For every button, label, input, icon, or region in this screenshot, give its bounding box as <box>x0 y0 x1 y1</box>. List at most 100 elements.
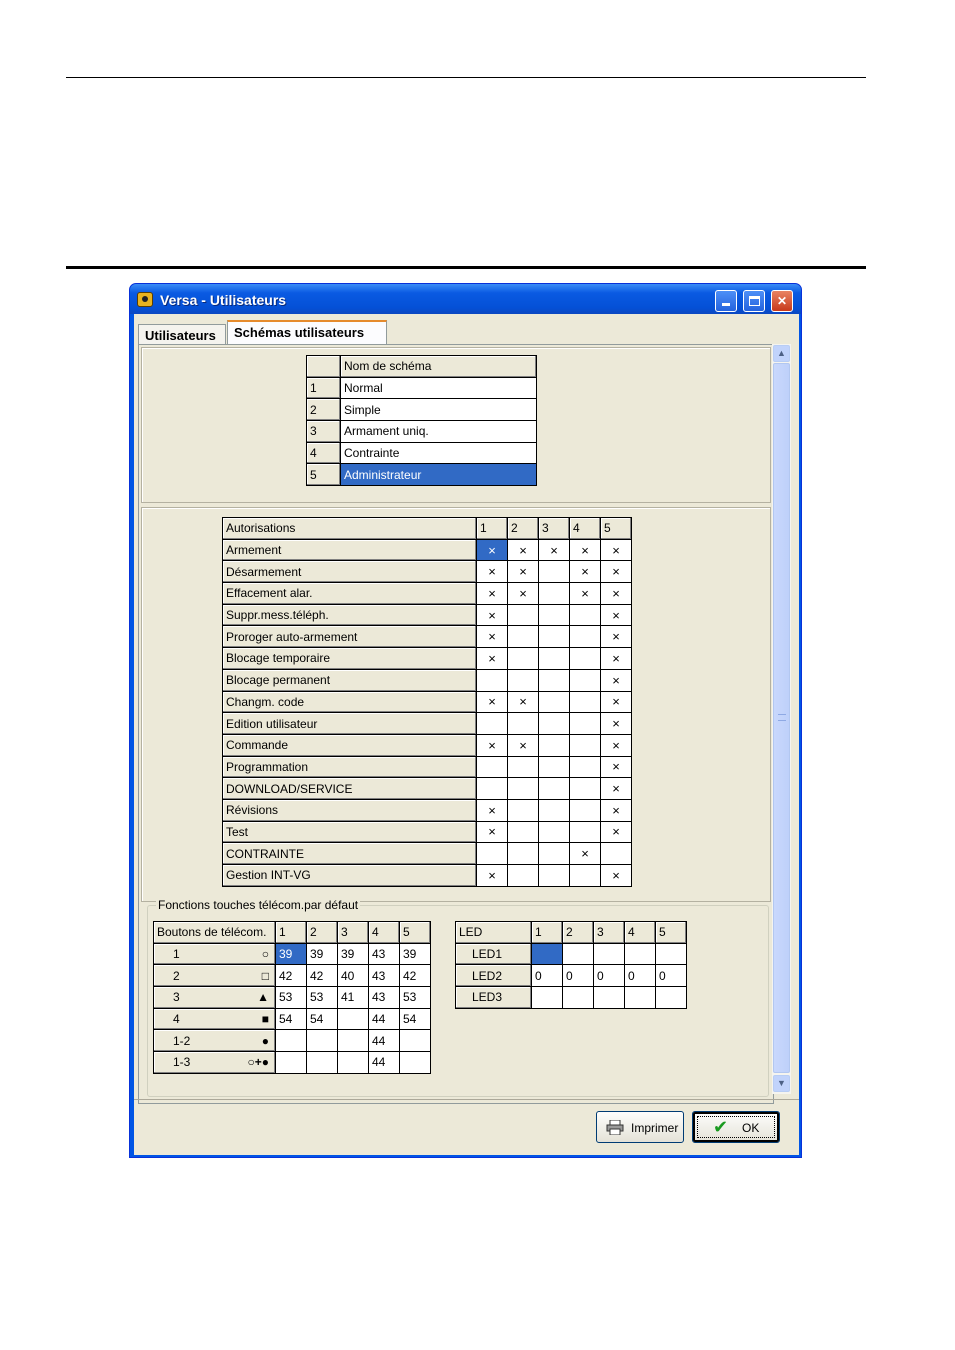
right-checkbox-cell[interactable]: × <box>600 560 632 584</box>
right-checkbox-cell[interactable] <box>569 864 601 887</box>
remote-value-cell[interactable] <box>275 1051 307 1074</box>
right-checkbox-cell[interactable] <box>476 712 508 735</box>
right-checkbox-cell[interactable]: × <box>600 777 632 800</box>
right-checkbox-cell[interactable] <box>507 842 539 865</box>
right-checkbox-cell[interactable] <box>507 647 539 670</box>
remote-value-cell[interactable]: 39 <box>337 942 369 966</box>
remote-value-cell[interactable] <box>306 1051 338 1074</box>
scheme-name-cell[interactable]: Simple <box>340 398 537 422</box>
remote-value-cell[interactable]: 39 <box>275 942 307 966</box>
right-checkbox-cell[interactable] <box>600 842 632 865</box>
right-checkbox-cell[interactable]: × <box>476 647 508 670</box>
right-checkbox-cell[interactable] <box>569 712 601 735</box>
right-checkbox-cell[interactable] <box>538 820 570 844</box>
scheme-name-cell[interactable]: Normal <box>340 376 537 400</box>
right-checkbox-cell[interactable]: × <box>476 582 508 605</box>
right-checkbox-cell[interactable] <box>507 864 539 887</box>
scheme-name-cell[interactable]: Administrateur <box>340 463 537 487</box>
remote-value-cell[interactable]: 39 <box>306 942 338 966</box>
right-checkbox-cell[interactable]: × <box>476 733 508 757</box>
right-checkbox-cell[interactable] <box>476 777 508 800</box>
remote-value-cell[interactable]: 41 <box>337 986 369 1009</box>
led-value-cell[interactable]: 0 <box>593 964 625 988</box>
right-checkbox-cell[interactable] <box>538 842 570 865</box>
right-checkbox-cell[interactable]: × <box>476 560 508 584</box>
remote-value-cell[interactable]: 42 <box>306 964 338 988</box>
close-button[interactable]: ✕ <box>771 290 793 312</box>
right-checkbox-cell[interactable]: × <box>600 690 632 714</box>
scheme-name-cell[interactable]: Armament uniq. <box>340 420 537 443</box>
led-value-cell[interactable] <box>655 942 687 966</box>
right-checkbox-cell[interactable]: × <box>569 582 601 605</box>
remote-value-cell[interactable]: 39 <box>399 942 431 966</box>
right-checkbox-cell[interactable]: × <box>476 798 508 822</box>
remote-value-cell[interactable]: 44 <box>368 1051 400 1074</box>
led-value-cell[interactable] <box>562 942 594 966</box>
scroll-up-arrow-icon[interactable]: ▲ <box>773 345 790 362</box>
led-value-cell[interactable]: 0 <box>531 964 563 988</box>
maximize-button[interactable] <box>743 290 765 312</box>
remote-value-cell[interactable] <box>399 1029 431 1053</box>
right-checkbox-cell[interactable] <box>507 668 539 692</box>
led-value-cell[interactable] <box>562 986 594 1009</box>
right-checkbox-cell[interactable]: × <box>507 690 539 714</box>
remote-value-cell[interactable]: 54 <box>275 1007 307 1031</box>
right-checkbox-cell[interactable] <box>538 777 570 800</box>
print-button[interactable]: Imprimer <box>596 1111 684 1143</box>
right-checkbox-cell[interactable] <box>569 668 601 692</box>
right-checkbox-cell[interactable] <box>569 647 601 670</box>
led-value-cell[interactable] <box>593 986 625 1009</box>
scroll-down-arrow-icon[interactable]: ▼ <box>773 1075 790 1092</box>
right-checkbox-cell[interactable] <box>507 798 539 822</box>
right-checkbox-cell[interactable]: × <box>507 582 539 605</box>
right-checkbox-cell[interactable]: × <box>600 647 632 670</box>
right-checkbox-cell[interactable]: × <box>507 538 539 562</box>
right-checkbox-cell[interactable] <box>538 733 570 757</box>
remote-value-cell[interactable]: 43 <box>368 942 400 966</box>
right-checkbox-cell[interactable] <box>507 712 539 735</box>
right-checkbox-cell[interactable]: × <box>476 690 508 714</box>
led-value-cell[interactable] <box>624 986 656 1009</box>
right-checkbox-cell[interactable] <box>538 690 570 714</box>
right-checkbox-cell[interactable]: × <box>600 538 632 562</box>
right-checkbox-cell[interactable]: × <box>507 560 539 584</box>
right-checkbox-cell[interactable] <box>507 603 539 627</box>
remote-value-cell[interactable]: 44 <box>368 1029 400 1053</box>
remote-value-cell[interactable] <box>337 1007 369 1031</box>
right-checkbox-cell[interactable] <box>476 668 508 692</box>
led-value-cell[interactable] <box>593 942 625 966</box>
remote-value-cell[interactable]: 53 <box>306 986 338 1009</box>
right-checkbox-cell[interactable]: × <box>569 538 601 562</box>
ok-button[interactable]: ✔ OK <box>692 1111 780 1143</box>
right-checkbox-cell[interactable] <box>476 842 508 865</box>
right-checkbox-cell[interactable] <box>507 625 539 649</box>
right-checkbox-cell[interactable] <box>569 755 601 779</box>
remote-value-cell[interactable]: 54 <box>399 1007 431 1031</box>
led-value-cell[interactable] <box>531 942 563 966</box>
led-value-cell[interactable]: 0 <box>655 964 687 988</box>
led-value-cell[interactable] <box>655 986 687 1009</box>
right-checkbox-cell[interactable] <box>538 582 570 605</box>
remote-value-cell[interactable]: 44 <box>368 1007 400 1031</box>
led-value-cell[interactable]: 0 <box>624 964 656 988</box>
right-checkbox-cell[interactable] <box>569 690 601 714</box>
remote-value-cell[interactable]: 43 <box>368 964 400 988</box>
scheme-name-cell[interactable]: Contrainte <box>340 441 537 465</box>
title-bar[interactable]: Versa - Utilisateurs ✕ <box>130 284 801 314</box>
right-checkbox-cell[interactable] <box>538 560 570 584</box>
vertical-scrollbar[interactable]: ▲ ▼ <box>772 344 791 1094</box>
right-checkbox-cell[interactable] <box>507 755 539 779</box>
right-checkbox-cell[interactable]: × <box>476 820 508 844</box>
right-checkbox-cell[interactable] <box>538 647 570 670</box>
led-value-cell[interactable] <box>624 942 656 966</box>
remote-value-cell[interactable]: 53 <box>399 986 431 1009</box>
remote-value-cell[interactable] <box>337 1051 369 1074</box>
right-checkbox-cell[interactable] <box>538 755 570 779</box>
right-checkbox-cell[interactable] <box>538 864 570 887</box>
remote-value-cell[interactable] <box>399 1051 431 1074</box>
led-value-cell[interactable]: 0 <box>562 964 594 988</box>
right-checkbox-cell[interactable]: × <box>600 798 632 822</box>
right-checkbox-cell[interactable]: × <box>569 560 601 584</box>
right-checkbox-cell[interactable]: × <box>600 820 632 844</box>
right-checkbox-cell[interactable]: × <box>600 668 632 692</box>
